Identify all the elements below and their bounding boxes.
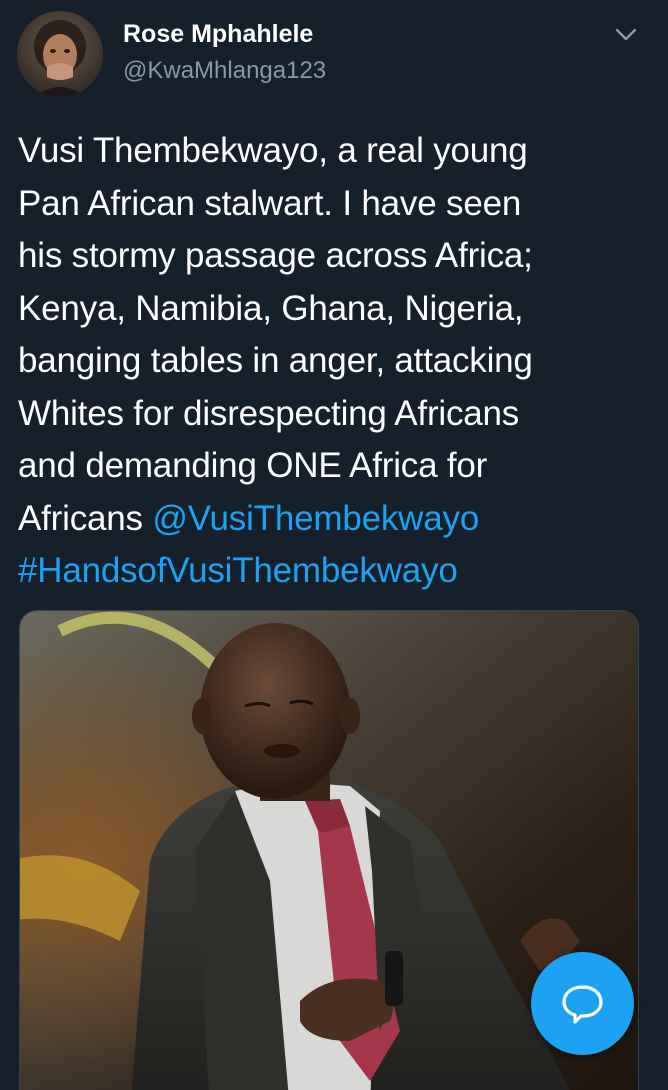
tweet-text-line: and demanding ONE Africa for — [18, 446, 488, 485]
tweet-text-line: Vusi Thembekwayo, a real young — [18, 131, 528, 170]
avatar-photo-icon — [17, 11, 103, 97]
tweet-header: Rose Mphahlele @KwaMhlanga123 — [0, 0, 668, 110]
author-handle[interactable]: @KwaMhlanga123 — [123, 57, 326, 85]
author-avatar[interactable] — [17, 11, 103, 97]
mention-link[interactable]: @VusiThembekwayo — [152, 499, 479, 538]
tweet-text-line: Pan African stalwart. I have seen — [18, 183, 522, 223]
author-display-name[interactable]: Rose Mphahlele — [123, 20, 313, 49]
hashtag-line: #HandsofVusiThembekwayo — [18, 545, 648, 598]
tweet-menu-button[interactable] — [612, 20, 640, 48]
chevron-down-icon — [615, 28, 637, 41]
tweet-body: Vusi Thembekwayo, a real young Pan Afric… — [18, 125, 648, 598]
tweet-text-line: Africans — [18, 498, 153, 538]
tweet-text-line: banging tables in anger, attacking — [18, 341, 533, 380]
tweet-text-line: his stormy passage across Africa; — [18, 236, 533, 275]
tweet-text-line: Whites for disrespecting Africans — [18, 393, 520, 433]
reply-bubble-icon — [562, 985, 603, 1024]
tweet-text-last-line: Africans @VusiThembekwayo — [18, 493, 648, 546]
hashtag-link[interactable]: #HandsofVusiThembekwayo — [18, 551, 458, 590]
tweet-text-line: Kenya, Namibia, Ghana, Nigeria, — [18, 288, 524, 328]
reply-fab-button[interactable] — [531, 952, 634, 1055]
